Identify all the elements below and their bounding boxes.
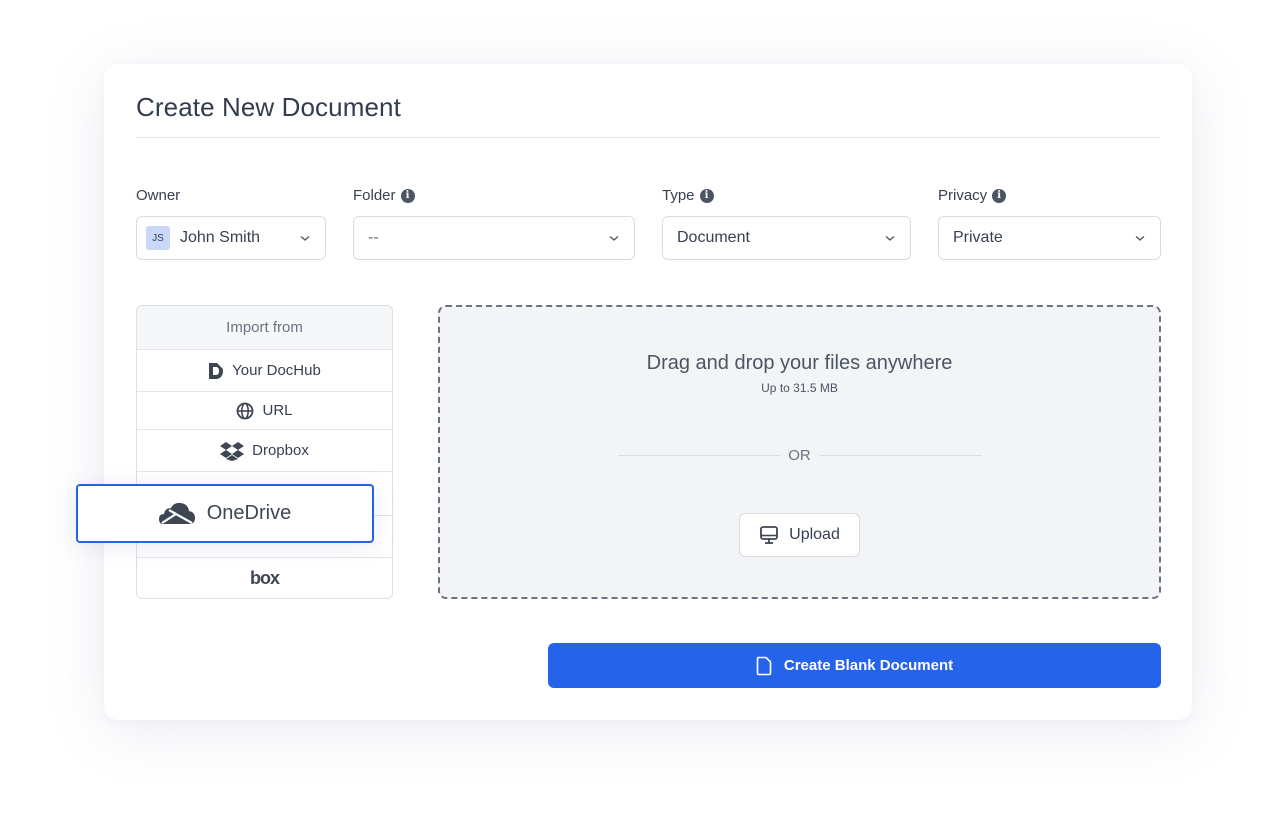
type-select[interactable]: Document [662, 216, 911, 260]
onedrive-icon [158, 502, 195, 524]
onedrive-label: OneDrive [206, 502, 292, 524]
chevron-down-icon [300, 236, 310, 241]
file-icon [756, 656, 772, 675]
import-item-label: URL [262, 402, 293, 419]
or-text: OR [788, 447, 811, 464]
import-item-onedrive-dragging[interactable]: OneDrive [76, 484, 374, 543]
owner-value: John Smith [180, 229, 261, 246]
type-label-text: Type [662, 187, 695, 204]
or-divider-right [820, 455, 982, 456]
import-item-box[interactable]: box [137, 557, 392, 598]
folder-label: Folder i [353, 187, 415, 204]
upload-label: Upload [789, 526, 840, 543]
create-blank-document-button[interactable]: Create Blank Document [548, 643, 1161, 688]
import-item-label: Dropbox [252, 442, 309, 459]
box-logo: box [249, 568, 280, 588]
privacy-label-text: Privacy [938, 187, 988, 204]
title-divider [136, 137, 1160, 138]
import-list: Import from Your DocHub URL Dropbox box [136, 305, 393, 599]
dropzone-size-limit: Up to 31.5 MB [761, 381, 838, 395]
monitor-icon [760, 526, 779, 544]
folder-select[interactable]: -- [353, 216, 635, 260]
privacy-value: Private [953, 229, 1003, 246]
type-label: Type i [662, 187, 714, 204]
file-dropzone[interactable]: Drag and drop your files anywhere Up to … [438, 305, 1161, 599]
globe-icon [237, 402, 254, 419]
avatar: JS [146, 226, 170, 250]
privacy-select[interactable]: Private [938, 216, 1161, 260]
privacy-label: Privacy i [938, 187, 1007, 204]
import-item-dochub[interactable]: Your DocHub [137, 349, 392, 391]
owner-select[interactable]: JS John Smith [136, 216, 326, 260]
info-icon[interactable]: i [699, 188, 714, 203]
info-icon[interactable]: i [400, 188, 415, 203]
info-icon[interactable]: i [992, 188, 1007, 203]
chevron-down-icon [609, 236, 619, 241]
dochub-icon [209, 362, 224, 379]
owner-label: Owner [136, 187, 180, 204]
type-value: Document [677, 229, 750, 246]
chevron-down-icon [885, 236, 895, 241]
folder-value: -- [368, 229, 379, 246]
dropbox-icon [220, 441, 245, 461]
import-header: Import from [137, 306, 392, 349]
owner-label-text: Owner [136, 187, 181, 204]
chevron-down-icon [1135, 236, 1145, 241]
import-item-url[interactable]: URL [137, 391, 392, 429]
create-document-dialog: Create New Document Owner JS John Smith … [104, 64, 1192, 720]
folder-label-text: Folder [353, 187, 396, 204]
upload-button[interactable]: Upload [739, 513, 860, 557]
create-blank-label: Create Blank Document [783, 657, 954, 674]
dialog-title: Create New Document [136, 92, 401, 122]
import-item-label: Your DocHub [232, 362, 321, 379]
import-item-dropbox[interactable]: Dropbox [137, 429, 392, 471]
dropzone-title: Drag and drop your files anywhere [646, 352, 953, 374]
